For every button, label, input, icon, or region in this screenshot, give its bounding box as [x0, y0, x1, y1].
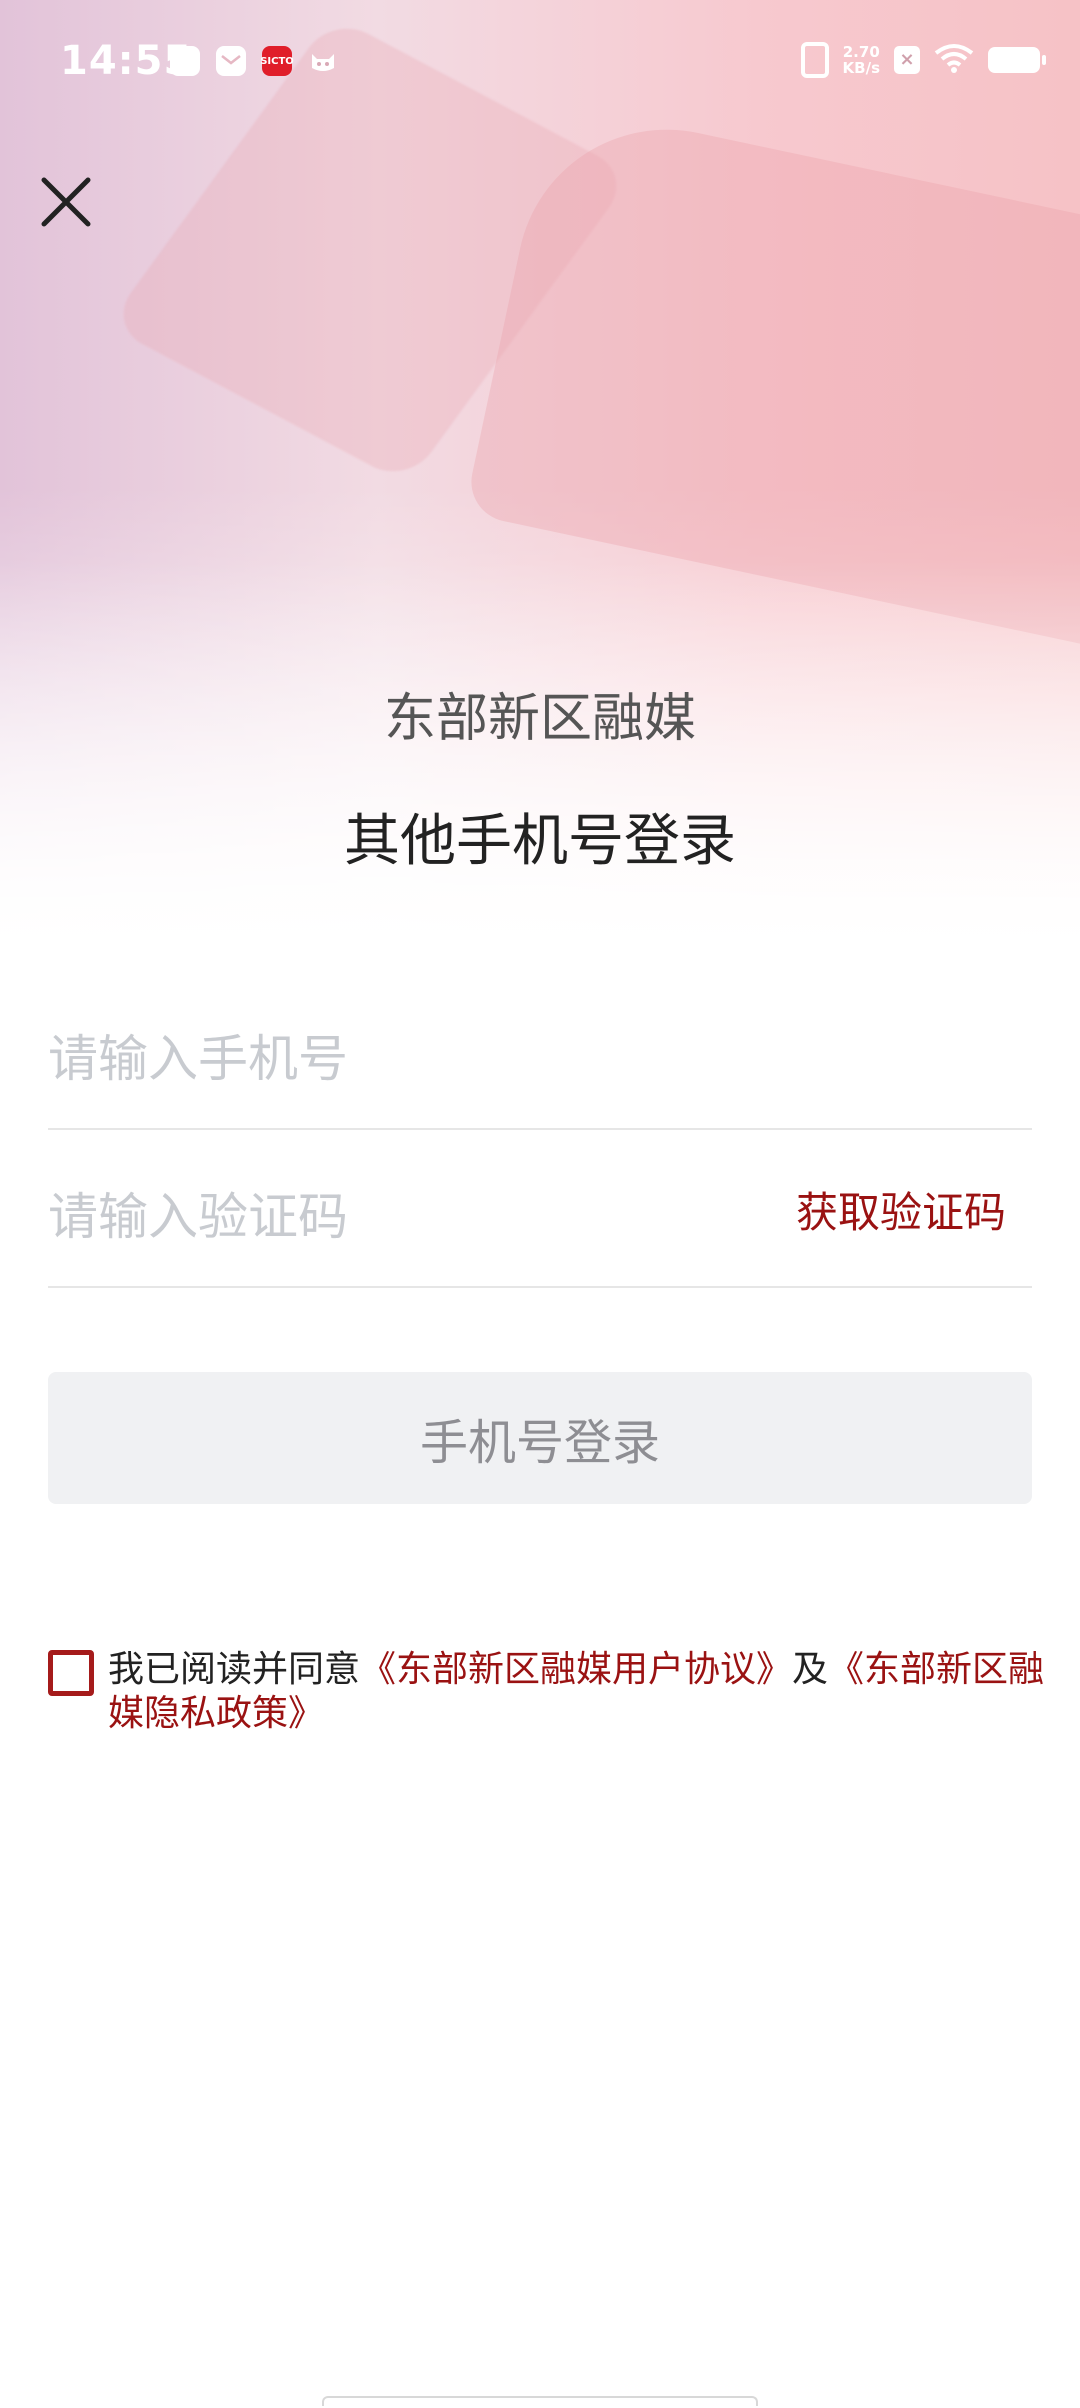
agreement-row: 我已阅读并同意《东部新区融媒用户协议》及《东部新区融媒隐私政策》 — [48, 1648, 1058, 1736]
home-indicator[interactable] — [322, 2396, 758, 2406]
code-input[interactable] — [48, 1182, 748, 1252]
brand-name: 东部新区融媒 — [383, 689, 696, 749]
mail-app-icon — [216, 46, 246, 76]
get-code-button[interactable]: 获取验证码 — [796, 1179, 1006, 1240]
net-speed: 2.70 KB/s — [843, 44, 880, 76]
phone-field-row — [48, 1000, 1032, 1130]
close-button[interactable] — [32, 168, 100, 236]
user-agreement-link[interactable]: 《东部新区融媒用户协议》 — [360, 1649, 792, 1690]
leaf-app-icon — [170, 46, 200, 76]
battery-icon — [988, 47, 1046, 73]
system-icons: 2.70 KB/s × — [800, 42, 1046, 78]
close-icon — [41, 177, 91, 227]
agreement-text: 我已阅读并同意《东部新区融媒用户协议》及《东部新区融媒隐私政策》 — [108, 1648, 1058, 1736]
agreement-and: 及 — [792, 1649, 829, 1690]
cat-app-icon — [308, 46, 338, 76]
phone-input[interactable] — [48, 1024, 748, 1094]
agreement-prefix: 我已阅读并同意 — [108, 1649, 361, 1690]
vibrate-icon — [800, 42, 829, 78]
news-app-icon: SICTO — [260, 46, 294, 76]
code-field-row: 获取验证码 — [48, 1158, 1032, 1288]
wifi-icon — [934, 43, 974, 77]
page-title: 其他手机号登录 — [344, 809, 736, 874]
status-bar: 14:55 SICTO 2.70 KB/s × — [0, 0, 1080, 128]
login-screen: 14:55 SICTO 2.70 KB/s × 东部新区融媒 其他手机号登录 请… — [0, 0, 1080, 2408]
agreement-checkbox[interactable] — [48, 1650, 94, 1696]
no-sim-icon: × — [894, 46, 920, 74]
notification-icons: SICTO — [170, 46, 338, 76]
net-speed-unit: KB/s — [842, 59, 880, 77]
phone-login-button[interactable]: 手机号登录 — [48, 1372, 1032, 1504]
